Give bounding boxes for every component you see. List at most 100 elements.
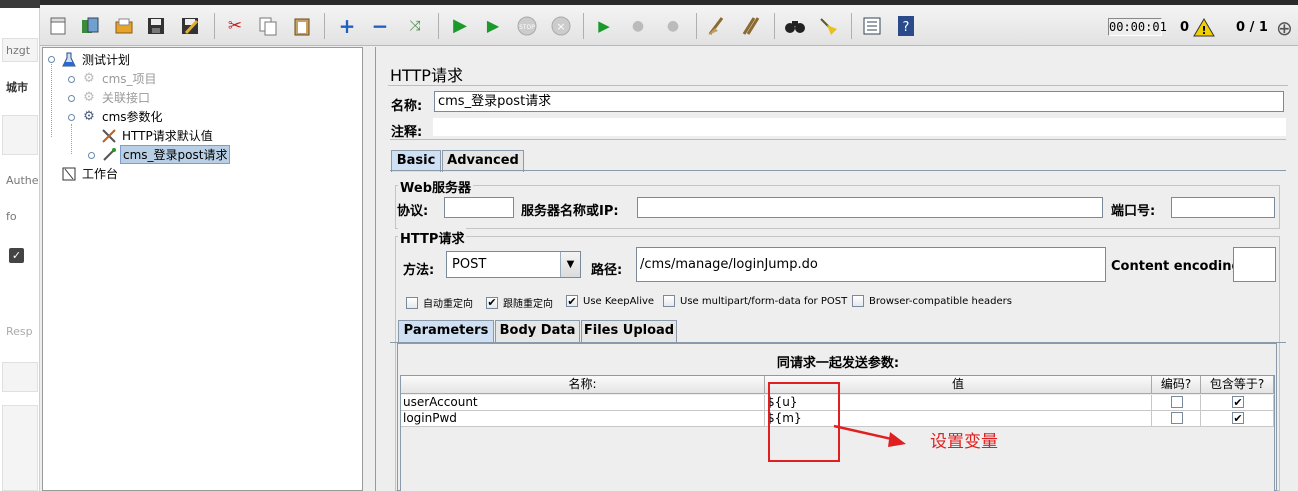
tree-node-thread-group[interactable]: ⚙ 关联接口 <box>81 88 152 107</box>
port-field[interactable] <box>1171 197 1275 218</box>
svg-text:!: ! <box>1201 24 1206 37</box>
resize-divider[interactable] <box>390 139 1286 143</box>
method-select[interactable]: POST ▼ <box>446 251 581 278</box>
encoding-field[interactable] <box>1233 247 1276 282</box>
path-label: 路径: <box>591 263 623 278</box>
background-text: Resp <box>6 325 33 338</box>
remote-stop-icon[interactable]: ● <box>624 12 652 40</box>
param-tab-underline <box>390 342 1286 343</box>
tab-parameters[interactable]: Parameters <box>398 320 494 342</box>
comment-field[interactable] <box>433 118 1286 136</box>
background-box <box>2 405 38 491</box>
tree-expand-handle[interactable] <box>68 114 75 121</box>
checkbox-box <box>406 296 418 309</box>
protocol-field[interactable] <box>444 197 514 218</box>
remote-globe-icon[interactable]: ⊕ <box>1276 16 1293 40</box>
warning-icon[interactable]: ! <box>1193 17 1215 40</box>
elapsed-timer: 00:00:01 <box>1108 18 1167 36</box>
encode-cell[interactable] <box>1152 411 1201 426</box>
new-icon[interactable] <box>44 12 72 40</box>
browser-headers-checkbox[interactable]: Browser-compatible headers <box>852 295 1012 307</box>
tree-expand-handle[interactable] <box>88 152 95 159</box>
include-equals-cell[interactable]: ✔ <box>1201 411 1274 426</box>
search-icon[interactable] <box>781 12 809 40</box>
start-icon[interactable]: ▶ <box>446 12 474 40</box>
checkbox-box[interactable] <box>1171 412 1183 424</box>
encode-cell[interactable] <box>1152 395 1201 410</box>
shutdown-icon[interactable]: × <box>547 12 575 40</box>
port-label: 端口号: <box>1111 204 1156 219</box>
tree-node-http-defaults[interactable]: HTTP请求默认值 <box>101 126 215 145</box>
toolbar-separator <box>851 13 852 39</box>
tree-expand-handle[interactable] <box>68 95 75 102</box>
tab-basic[interactable]: Basic <box>391 150 441 172</box>
name-field[interactable]: cms_登录post请求 <box>434 91 1284 112</box>
gear-icon: ⚙ <box>83 90 95 105</box>
redirect-auto-checkbox[interactable]: 自动重定向 <box>406 295 473 310</box>
tree-node-thread-group[interactable]: ⚙ cms参数化 <box>81 107 165 126</box>
clear-icon[interactable] <box>702 12 730 40</box>
chevron-down-icon[interactable]: ▼ <box>560 252 580 277</box>
column-header-encode[interactable]: 编码? <box>1152 376 1201 394</box>
paste-icon[interactable] <box>288 12 316 40</box>
multipart-checkbox[interactable]: Use multipart/form-data for POST <box>663 295 847 307</box>
tab-advanced[interactable]: Advanced <box>442 150 524 172</box>
error-count: 0 <box>1180 20 1190 35</box>
active-threads: 0 / 1 <box>1236 20 1268 35</box>
jmeter-window: ✂ + − ⤨ ▶ ▶ STOP × ▶ ● ● ? 00:00:01 0 ! … <box>40 0 1298 491</box>
column-header-name[interactable]: 名称: <box>401 376 765 394</box>
check-icon: ✔ <box>486 296 498 309</box>
tree-node-workbench[interactable]: 工作台 <box>61 164 120 183</box>
tree-node-http-request[interactable]: cms_登录post请求 <box>101 145 231 164</box>
checkbox-box <box>663 295 675 307</box>
toolbar-separator <box>774 13 775 39</box>
save-as-icon[interactable] <box>176 12 204 40</box>
help-icon[interactable]: ? <box>892 12 920 40</box>
background-box <box>2 115 38 155</box>
toolbar: ✂ + − ⤨ ▶ ▶ STOP × ▶ ● ● ? 00:00:01 0 ! … <box>40 5 1298 46</box>
test-plan-icon <box>61 52 77 68</box>
cut-icon[interactable]: ✂ <box>221 12 249 40</box>
tree-node-test-plan[interactable]: 测试计划 <box>61 50 132 69</box>
open-icon[interactable] <box>110 12 138 40</box>
http-request-group-title: HTTP请求 <box>398 228 467 247</box>
toggle-icon[interactable]: ⤨ <box>401 12 429 40</box>
tab-files-upload[interactable]: Files Upload <box>581 320 677 342</box>
check-icon[interactable]: ✔ <box>1232 396 1244 408</box>
path-field[interactable]: /cms/manage/loginJump.do <box>636 247 1106 282</box>
param-name-cell[interactable]: loginPwd <box>401 411 765 426</box>
param-name-cell[interactable]: userAccount <box>401 395 765 410</box>
copy-icon[interactable] <box>254 12 282 40</box>
start-no-pause-icon[interactable]: ▶ <box>479 12 507 40</box>
collapse-icon[interactable]: − <box>366 12 394 40</box>
templates-icon[interactable] <box>76 12 104 40</box>
tree-expand-handle[interactable] <box>48 56 55 63</box>
stop-icon[interactable]: STOP <box>513 12 541 40</box>
check-icon[interactable]: ✔ <box>1232 412 1244 424</box>
clear-all-icon[interactable] <box>736 12 764 40</box>
tree-node-thread-group[interactable]: ⚙ cms_项目 <box>81 69 159 88</box>
expand-icon[interactable]: + <box>333 12 361 40</box>
reset-search-icon[interactable] <box>814 12 842 40</box>
tree-expand-handle[interactable] <box>68 76 75 83</box>
tools-icon <box>101 128 117 144</box>
follow-redirects-checkbox[interactable]: ✔ 跟随重定向 <box>486 295 553 310</box>
pipette-icon <box>101 147 117 163</box>
remote-start-icon[interactable]: ▶ <box>590 12 618 40</box>
tab-body-data[interactable]: Body Data <box>495 320 580 342</box>
include-equals-cell[interactable]: ✔ <box>1201 395 1274 410</box>
toolbar-separator <box>214 13 215 39</box>
save-icon[interactable] <box>142 12 170 40</box>
check-icon: ✔ <box>566 294 578 308</box>
checkbox-box[interactable] <box>1171 396 1183 408</box>
splitter[interactable] <box>363 47 375 491</box>
function-helper-icon[interactable] <box>858 12 886 40</box>
toolbar-separator <box>696 13 697 39</box>
gear-icon: ⚙ <box>83 71 95 86</box>
parameters-title: 同请求一起发送参数: <box>776 356 900 371</box>
server-field[interactable] <box>637 197 1103 218</box>
checkbox-box <box>852 295 864 307</box>
column-header-include-equals[interactable]: 包含等于? <box>1201 376 1274 394</box>
remote-shutdown-icon[interactable]: ● <box>659 12 687 40</box>
keepalive-checkbox[interactable]: ✔ Use KeepAlive <box>566 295 654 307</box>
